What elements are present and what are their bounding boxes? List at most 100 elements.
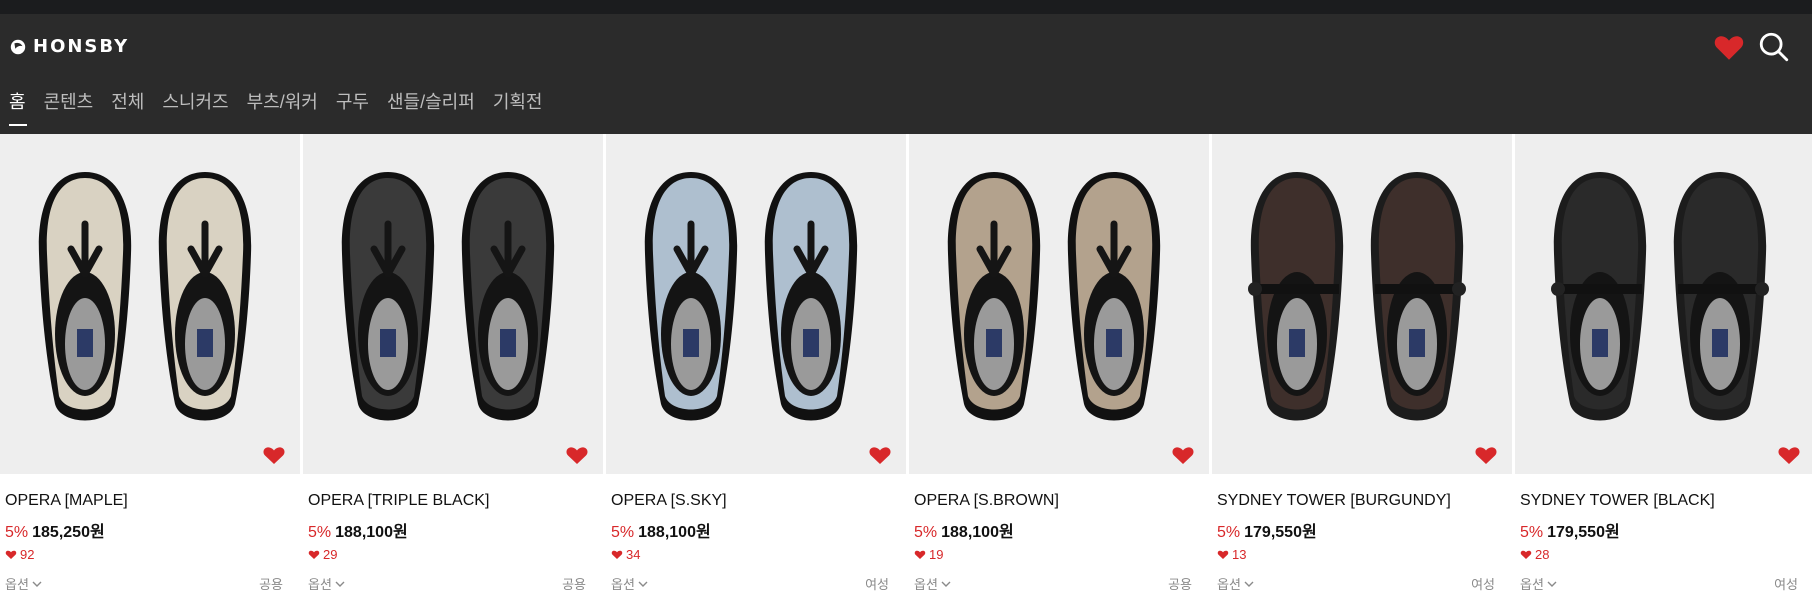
discount-rate: 5% [308,524,332,541]
wishlist-heart-icon[interactable] [1171,444,1195,466]
product-card[interactable]: OPERA [S.BROWN] 5% 188,100원 19 옵션 공용 [909,134,1212,593]
chevron-down-icon [32,581,42,587]
gender-tag: 여성 [865,577,889,592]
nav-item-1[interactable]: 콘텐츠 [35,90,103,126]
option-label: 옵션 [1217,577,1241,592]
chevron-down-icon [941,581,951,587]
wishlist-heart-icon[interactable] [262,444,286,466]
shoe-pair-illustration [644,172,858,421]
wishlist-heart-icon[interactable] [1777,444,1801,466]
like-heart-icon [1217,550,1229,559]
product-name[interactable]: SYDNEY TOWER [BLACK] [1520,492,1812,512]
wishlist-heart-icon[interactable] [565,444,589,466]
brand-name: HONSBY [33,36,130,57]
option-dropdown[interactable]: 옵션 [308,574,345,593]
like-count: 13 [1232,546,1247,562]
product-meta-row: 옵션 여성 [1217,574,1495,593]
option-dropdown[interactable]: 옵션 [1217,574,1254,593]
product-name[interactable]: SYDNEY TOWER [BURGUNDY] [1217,492,1515,512]
product-card[interactable]: OPERA [S.SKY] 5% 188,100원 34 옵션 여성 [606,134,909,593]
price-row: 5% 179,550원 [1520,518,1812,541]
product-image[interactable] [1515,134,1812,474]
shoe-pair-illustration [1248,172,1466,421]
product-name[interactable]: OPERA [TRIPLE BLACK] [308,492,606,512]
option-dropdown[interactable]: 옵션 [1520,574,1557,593]
product-name[interactable]: OPERA [S.BROWN] [914,492,1212,512]
wishlist-heart-icon[interactable] [868,444,892,466]
like-heart-icon [5,550,17,559]
product-card[interactable]: OPERA [TRIPLE BLACK] 5% 188,100원 29 옵션 공용 [303,134,606,593]
gender-tag: 공용 [1168,577,1192,592]
gender-tag: 공용 [562,577,586,592]
like-count: 34 [626,546,641,562]
gender-tag: 여성 [1774,577,1798,592]
product-image[interactable] [0,134,300,474]
product-meta-row: 옵션 여성 [1520,574,1798,593]
product-card[interactable]: OPERA [MAPLE] 5% 185,250원 92 옵션 공용 [0,134,303,593]
chevron-down-icon [335,581,345,587]
nav-item-3[interactable]: 스니커즈 [153,90,237,126]
chevron-down-icon [1244,581,1254,587]
wishlist-heart-icon[interactable] [1474,444,1498,466]
like-count: 29 [323,546,338,562]
search-icon[interactable] [1757,30,1791,64]
sale-price: 188,100원 [335,524,408,541]
price-row: 5% 185,250원 [5,518,303,541]
product-image[interactable] [1212,134,1512,474]
brand-logo[interactable]: HONSBY [9,36,129,57]
product-name[interactable]: OPERA [MAPLE] [5,492,303,512]
like-count-row: 28 [1520,546,1812,562]
option-dropdown[interactable]: 옵션 [5,574,42,593]
option-label: 옵션 [308,577,332,592]
sale-price: 179,550원 [1244,524,1317,541]
product-card[interactable]: SYDNEY TOWER [BLACK] 5% 179,550원 28 옵션 여성 [1515,134,1812,593]
product-meta-row: 옵션 공용 [914,574,1192,593]
sale-price: 179,550원 [1547,524,1620,541]
discount-rate: 5% [1217,524,1241,541]
like-count: 19 [929,546,944,562]
like-count-row: 92 [5,546,303,562]
discount-rate: 5% [611,524,635,541]
shoe-pair-illustration [947,172,1161,421]
like-heart-icon [611,550,623,559]
product-name[interactable]: OPERA [S.SKY] [611,492,909,512]
option-label: 옵션 [5,577,29,592]
chevron-down-icon [638,581,648,587]
product-card[interactable]: SYDNEY TOWER [BURGUNDY] 5% 179,550원 13 옵션 여성 [1212,134,1515,593]
site-header: HONSBY 홈 콘텐츠 전체 스니커즈 부츠/워커 구두 샌들/슬리퍼 기획전 [0,14,1812,134]
option-label: 옵션 [1520,577,1544,592]
option-dropdown[interactable]: 옵션 [914,574,951,593]
option-dropdown[interactable]: 옵션 [611,574,648,593]
nav-item-0[interactable]: 홈 [0,90,35,126]
product-image[interactable] [909,134,1209,474]
price-row: 5% 179,550원 [1217,518,1515,541]
wishlist-heart-icon[interactable] [1712,30,1746,64]
price-row: 5% 188,100원 [611,518,909,541]
discount-rate: 5% [1520,524,1544,541]
nav-item-2[interactable]: 전체 [102,90,153,126]
sale-price: 188,100원 [638,524,711,541]
gender-tag: 여성 [1471,577,1495,592]
top-strip [0,0,1812,14]
nav-item-5[interactable]: 구두 [327,90,378,126]
product-meta-row: 옵션 여성 [611,574,889,593]
category-nav: 홈 콘텐츠 전체 스니커즈 부츠/워커 구두 샌들/슬리퍼 기획전 [0,90,552,126]
nav-item-6[interactable]: 샌들/슬리퍼 [378,90,484,126]
product-image[interactable] [303,134,603,474]
like-count-row: 19 [914,546,1212,562]
nav-item-7[interactable]: 기획전 [484,90,552,126]
nav-item-4[interactable]: 부츠/워커 [238,90,327,126]
price-row: 5% 188,100원 [914,518,1212,541]
product-image[interactable] [606,134,906,474]
option-label: 옵션 [914,577,938,592]
shoe-pair-illustration [38,172,252,421]
product-meta-row: 옵션 공용 [5,574,283,593]
price-row: 5% 188,100원 [308,518,606,541]
product-grid: OPERA [MAPLE] 5% 185,250원 92 옵션 공용 OPERA [TRIP… [0,134,1812,593]
gender-tag: 공용 [259,577,283,592]
like-count-row: 34 [611,546,909,562]
like-count: 28 [1535,546,1550,562]
discount-rate: 5% [914,524,938,541]
like-count-row: 29 [308,546,606,562]
discount-rate: 5% [5,524,29,541]
